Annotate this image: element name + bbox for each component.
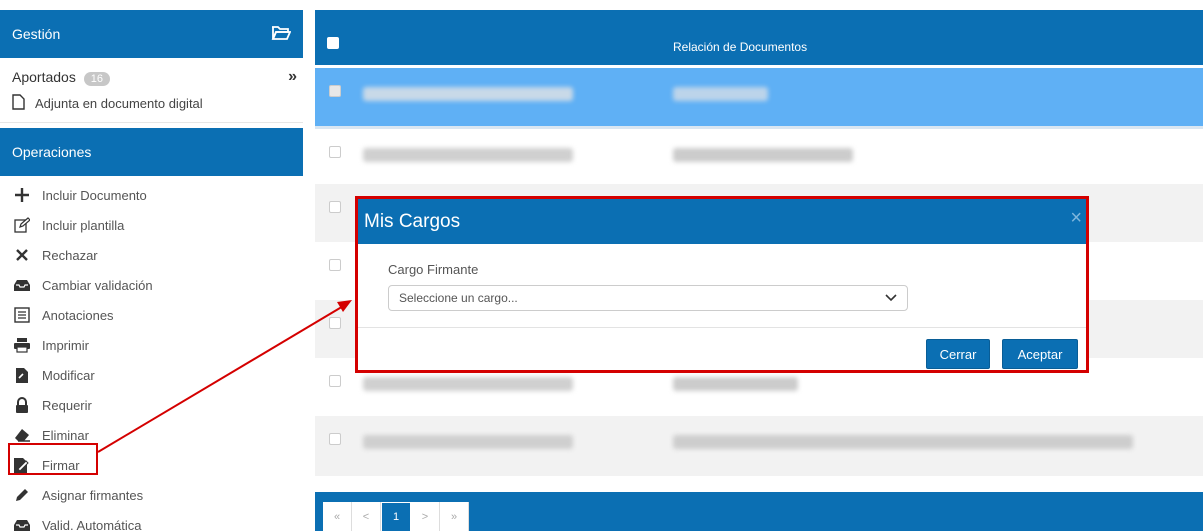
operaciones-title: Operaciones (12, 144, 92, 160)
adjunta-item[interactable]: Adjunta en documento digital (12, 94, 203, 113)
op-label: Imprimir (42, 337, 89, 353)
table-row[interactable] (315, 416, 1203, 476)
op-label: Modificar (42, 367, 95, 383)
inbox-icon (12, 278, 32, 292)
cargo-select[interactable]: Seleccione un cargo... (388, 285, 908, 311)
modal-title: Mis Cargos (364, 211, 461, 232)
op-incluir-documento[interactable]: Incluir Documento (0, 180, 303, 210)
table-row[interactable] (315, 126, 1203, 184)
edit-icon (12, 217, 32, 233)
table-row[interactable] (315, 68, 1203, 126)
redacted-text (363, 148, 573, 162)
firmar-highlight-box (8, 443, 98, 475)
op-valid-automatica[interactable]: Valid. Automática (0, 510, 303, 531)
row-checkbox[interactable] (329, 375, 341, 387)
select-all-checkbox[interactable] (327, 37, 339, 49)
op-label: Incluir plantilla (42, 217, 125, 233)
file-edit-icon (12, 367, 32, 384)
row-checkbox[interactable] (329, 317, 341, 329)
redacted-text (363, 87, 573, 101)
redacted-text (363, 435, 573, 449)
file-icon (12, 94, 25, 113)
lock-icon (12, 396, 32, 414)
aceptar-button[interactable]: Aceptar (1002, 339, 1078, 369)
redacted-text (673, 377, 798, 391)
gestion-panel-header[interactable]: Gestión (0, 10, 303, 58)
folder-open-icon[interactable] (271, 25, 292, 44)
page-first-button[interactable]: « (323, 502, 352, 531)
table-header: Relación de Documentos (315, 10, 1203, 65)
cargo-firmante-label: Cargo Firmante (388, 262, 479, 277)
op-label: Eliminar (42, 427, 89, 443)
op-label: Cambiar validación (42, 277, 153, 293)
aportados-label: Aportados (12, 68, 76, 85)
redacted-text (673, 148, 853, 162)
mis-cargos-modal: Mis Cargos × Cargo Firmante Seleccione u… (356, 197, 1088, 372)
row-checkbox[interactable] (329, 201, 341, 213)
inbox-icon (12, 518, 32, 531)
table-header-title: Relación de Documentos (673, 40, 808, 54)
x-icon (12, 248, 32, 262)
aportados-row[interactable]: Aportados 16 » (12, 66, 297, 88)
aportados-count-badge: 16 (83, 71, 110, 86)
cerrar-button[interactable]: Cerrar (926, 339, 990, 369)
chevron-down-icon (885, 291, 897, 305)
redacted-text (363, 377, 573, 391)
row-checkbox[interactable] (329, 433, 341, 445)
op-modificar[interactable]: Modificar (0, 360, 303, 390)
op-label: Incluir Documento (42, 187, 147, 203)
pencil-icon (12, 487, 32, 503)
redacted-text (673, 435, 1133, 449)
op-label: Asignar firmantes (42, 487, 144, 503)
pagination: « < 1 > » (323, 502, 469, 531)
list-icon (12, 307, 32, 323)
page-1-button[interactable]: 1 (381, 502, 411, 531)
op-anotaciones[interactable]: Anotaciones (0, 300, 303, 330)
row-checkbox[interactable] (329, 259, 341, 271)
divider (358, 327, 1086, 328)
op-label: Requerir (42, 397, 92, 413)
op-rechazar[interactable]: Rechazar (0, 240, 303, 270)
redacted-text (673, 87, 768, 101)
row-checkbox[interactable] (329, 146, 341, 158)
modal-header: Mis Cargos × (358, 199, 1086, 244)
operations-list: Incluir Documento Incluir plantilla Rech… (0, 180, 303, 531)
adjunta-label: Adjunta en documento digital (35, 96, 203, 111)
eraser-icon (12, 427, 32, 443)
pagination-bar: « < 1 > » (315, 492, 1203, 531)
print-icon (12, 337, 32, 353)
op-requerir[interactable]: Requerir (0, 390, 303, 420)
close-icon[interactable]: × (1070, 207, 1082, 230)
page-prev-button[interactable]: < (352, 502, 381, 531)
sidebar: Gestión Aportados 16 » Adjunta en docume… (0, 0, 303, 531)
operaciones-panel-header: Operaciones (0, 128, 303, 176)
cargo-select-value: Seleccione un cargo... (399, 291, 518, 305)
gestion-title: Gestión (12, 26, 61, 42)
chevron-double-right-icon[interactable]: » (288, 68, 297, 86)
plus-icon (12, 187, 32, 203)
op-label: Anotaciones (42, 307, 114, 323)
page-last-button[interactable]: » (440, 502, 469, 531)
op-incluir-plantilla[interactable]: Incluir plantilla (0, 210, 303, 240)
row-checkbox[interactable] (329, 85, 341, 97)
page-next-button[interactable]: > (411, 502, 440, 531)
divider (0, 122, 303, 123)
op-asignar-firmantes[interactable]: Asignar firmantes (0, 480, 303, 510)
op-imprimir[interactable]: Imprimir (0, 330, 303, 360)
op-cambiar-validacion[interactable]: Cambiar validación (0, 270, 303, 300)
op-label: Valid. Automática (42, 517, 142, 531)
op-label: Rechazar (42, 247, 98, 263)
